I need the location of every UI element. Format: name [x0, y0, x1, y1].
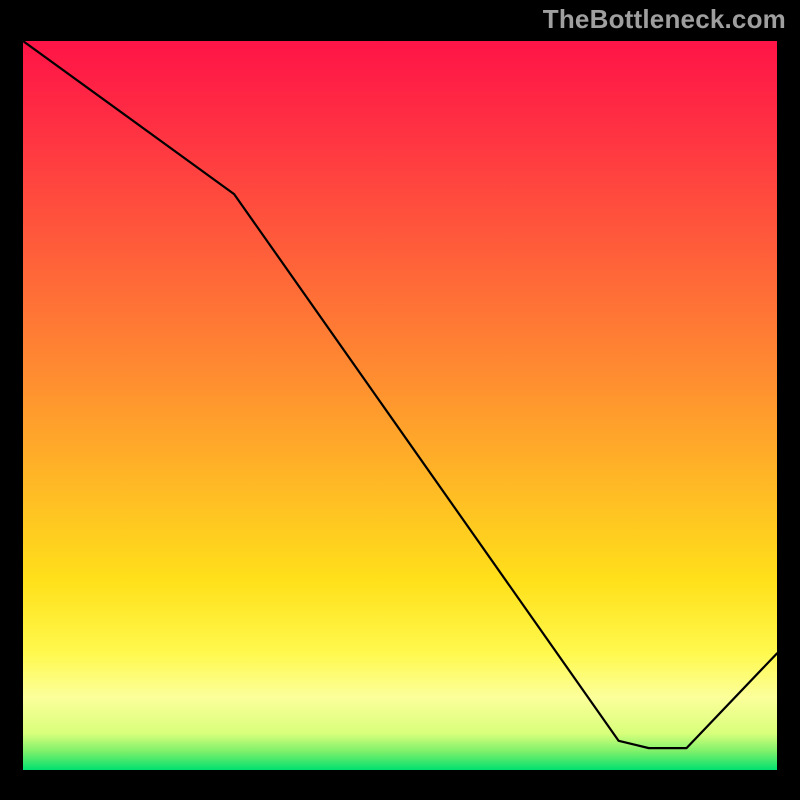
plot-area — [23, 41, 777, 770]
plot-frame — [20, 38, 780, 773]
main-curve — [23, 41, 777, 748]
watermark-text: TheBottleneck.com — [543, 4, 786, 35]
curve-layer — [23, 41, 777, 770]
chart-container: TheBottleneck.com — [0, 0, 800, 800]
